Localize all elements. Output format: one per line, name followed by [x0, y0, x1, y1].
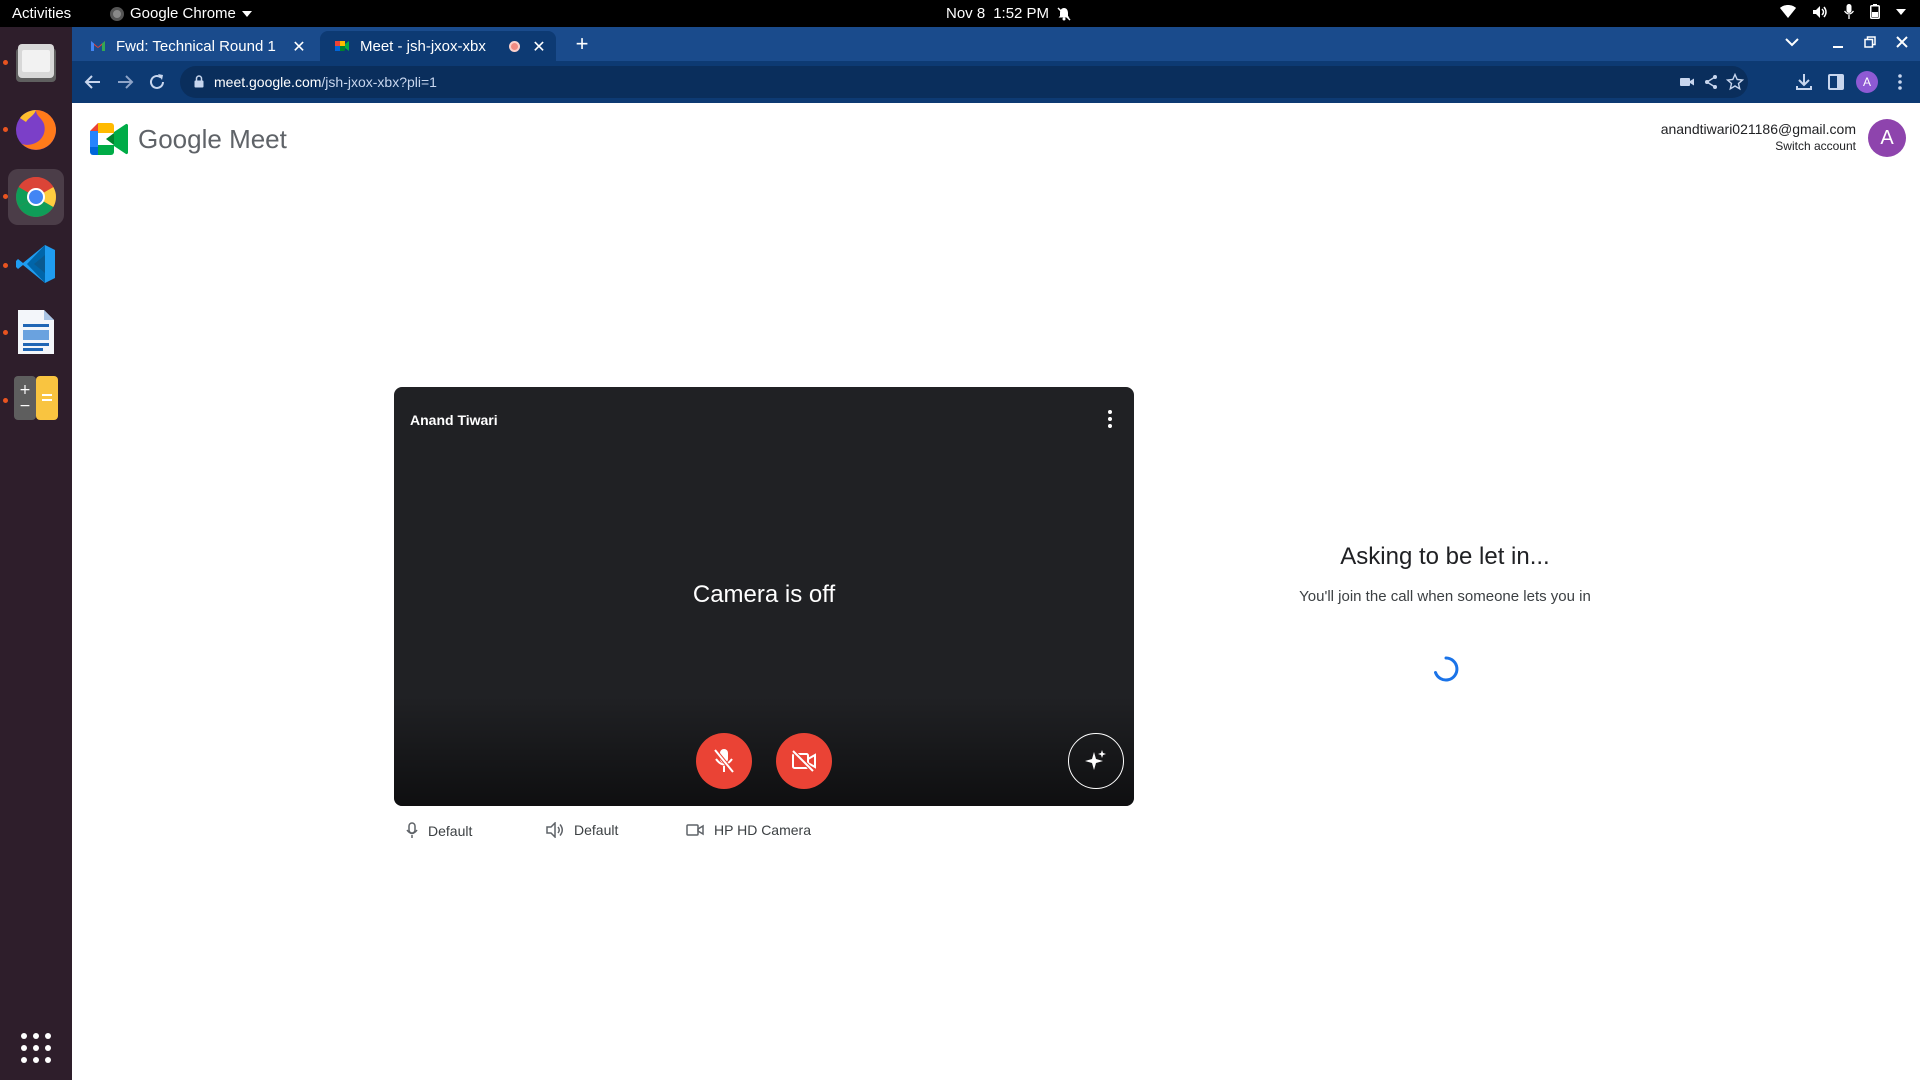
new-tab-button[interactable]: + — [570, 31, 594, 57]
url-path: /jsh-jxox-xbx?pli=1 — [321, 74, 437, 90]
waiting-panel: Asking to be let in... You'll join the c… — [1222, 543, 1668, 609]
mic-toggle-button[interactable] — [696, 733, 752, 789]
svg-text:−: − — [19, 398, 31, 414]
waiting-subtext: You'll join the call when someone lets y… — [1299, 588, 1591, 605]
camera-toggle-button[interactable] — [776, 733, 832, 789]
participant-name: Anand Tiwari — [410, 412, 498, 428]
more-menu-icon[interactable] — [1890, 72, 1910, 92]
back-icon[interactable] — [82, 71, 104, 93]
tab-title: Fwd: Technical Round 1 In — [116, 37, 276, 55]
chrome-app-icon — [110, 6, 124, 21]
profile-avatar[interactable]: A — [1856, 71, 1878, 93]
activities-button[interactable]: Activities — [12, 5, 71, 22]
brand-name: Google Meet — [138, 123, 287, 154]
switch-account-link[interactable]: Switch account — [1661, 139, 1856, 153]
microphone-icon — [1844, 4, 1854, 19]
visual-effects-button[interactable] — [1068, 733, 1124, 789]
tab-strip: Fwd: Technical Round 1 In ✕ Meet - jsh-j… — [72, 27, 1920, 61]
close-tab-icon[interactable]: ✕ — [290, 37, 308, 57]
wifi-icon — [1780, 4, 1796, 18]
lock-icon[interactable] — [194, 75, 204, 88]
notifications-off-icon — [1057, 6, 1071, 21]
show-applications-icon[interactable] — [8, 1020, 64, 1076]
clock[interactable]: Nov 8 1:52 PM — [946, 5, 1071, 22]
dock-firefox-icon[interactable] — [8, 102, 64, 158]
system-top-bar: Activities Google Chrome Nov 8 1:52 PM — [0, 0, 1920, 27]
volume-icon — [1813, 5, 1827, 18]
account-avatar[interactable]: A — [1868, 119, 1906, 157]
minimize-icon[interactable] — [1828, 37, 1848, 49]
microphone-value: Default — [428, 822, 473, 839]
mic-off-icon — [713, 748, 735, 774]
app-menu[interactable]: Google Chrome — [110, 5, 252, 22]
sparkle-icon — [1085, 750, 1106, 770]
waiting-heading: Asking to be let in... — [1340, 543, 1550, 570]
share-icon[interactable] — [1702, 73, 1720, 91]
meet-icon — [335, 41, 349, 51]
video-preview: Anand Tiwari Camera is off — [394, 387, 1134, 806]
close-window-icon[interactable] — [1892, 36, 1912, 48]
recording-indicator-icon — [509, 41, 520, 52]
account-email: anandtiwari021186@gmail.com — [1660, 121, 1856, 137]
meet-page: Google Meet anandtiwari021186@gmail.com … — [72, 103, 1920, 1080]
close-tab-icon[interactable]: ✕ — [530, 37, 548, 57]
tab-gmail[interactable]: Fwd: Technical Round 1 In ✕ — [76, 31, 316, 61]
power-menu-icon — [1896, 8, 1906, 15]
side-panel-icon[interactable] — [1826, 72, 1846, 92]
battery-icon — [1870, 4, 1880, 19]
meet-logo[interactable]: Google Meet — [90, 123, 287, 155]
tab-search-icon[interactable] — [1782, 37, 1802, 47]
bookmark-star-icon[interactable] — [1726, 73, 1744, 91]
url-text[interactable]: meet.google.com/jsh-jxox-xbx?pli=1 — [214, 74, 437, 90]
address-bar[interactable]: meet.google.com/jsh-jxox-xbx?pli=1 — [180, 66, 1748, 98]
speaker-icon — [546, 822, 563, 838]
chevron-down-icon — [241, 10, 252, 17]
speaker-select[interactable]: Default — [546, 822, 618, 838]
url-domain: meet.google.com — [214, 74, 322, 90]
google-meet-logo-icon — [90, 123, 128, 155]
loading-spinner-icon — [1434, 656, 1459, 682]
dock-calculator-icon[interactable]: + − — [8, 370, 64, 426]
gmail-icon — [91, 41, 105, 51]
tab-title: Meet - jsh-jxox-xbx — [360, 37, 486, 55]
dock: + − — [0, 27, 72, 1080]
time-label: 1:52 PM — [993, 5, 1050, 22]
speaker-value: Default — [574, 822, 619, 838]
app-menu-label: Google Chrome — [130, 5, 236, 22]
downloads-icon[interactable] — [1794, 72, 1814, 92]
camera-off-label: Camera is off — [692, 581, 836, 608]
camera-value: HP HD Camera — [714, 822, 811, 838]
account-info: anandtiwari021186@gmail.com Switch accou… — [1661, 121, 1856, 153]
camera-off-icon — [791, 750, 816, 772]
svg-text:+: + — [19, 382, 31, 398]
tab-meet[interactable]: Meet - jsh-jxox-xbx ✕ — [320, 31, 556, 61]
microphone-icon — [406, 822, 418, 838]
dock-writer-icon[interactable] — [8, 304, 64, 360]
device-selectors: Default Default HP HD Camera — [394, 822, 1134, 850]
microphone-select[interactable]: Default — [406, 822, 472, 839]
system-tray[interactable] — [1780, 4, 1906, 19]
dock-files-icon[interactable] — [8, 35, 64, 91]
browser-toolbar: meet.google.com/jsh-jxox-xbx?pli=1 A — [72, 61, 1920, 103]
preview-gradient — [394, 696, 1134, 806]
more-options-icon[interactable] — [1106, 409, 1114, 429]
video-camera-icon — [686, 824, 704, 836]
dock-chrome-icon[interactable] — [8, 169, 64, 225]
restore-icon[interactable] — [1860, 36, 1880, 48]
date-label: Nov 8 — [946, 5, 986, 22]
forward-icon[interactable] — [114, 71, 136, 93]
reload-icon[interactable] — [146, 71, 168, 93]
camera-in-use-icon[interactable] — [1678, 73, 1696, 91]
dock-vscode-icon[interactable] — [8, 236, 64, 292]
camera-select[interactable]: HP HD Camera — [686, 822, 811, 838]
